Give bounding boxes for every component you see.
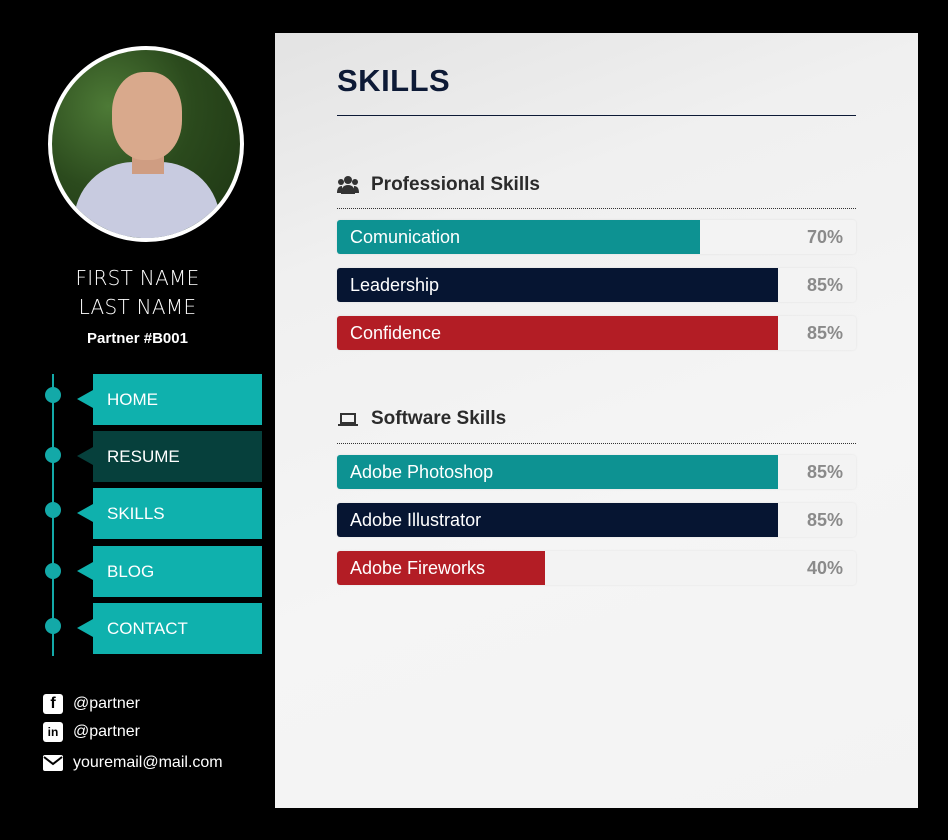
professional-skills-label: Professional Skills	[371, 174, 540, 195]
skill-bar: Adobe Fireworks 40%	[337, 551, 856, 585]
linkedin-icon: in	[43, 722, 63, 742]
linkedin-handle: @partner	[73, 723, 140, 740]
nav-item-resume[interactable]: RESUME	[77, 431, 262, 482]
software-skills-label: Software Skills	[371, 408, 507, 429]
skill-label: Adobe Photoshop	[350, 462, 494, 482]
skill-label: Comunication	[350, 227, 461, 247]
nav-item-contact[interactable]: CONTACT	[77, 603, 262, 654]
skill-bar: Adobe Photoshop 85%	[337, 455, 856, 489]
software-skills-heading: Software Skills	[337, 408, 506, 430]
skill-bar: Adobe Illustrator 85%	[337, 503, 856, 537]
facebook-handle: @partner	[73, 695, 140, 712]
skill-label: Adobe Illustrator	[350, 510, 482, 530]
social-email[interactable]: youremail@mail.com	[43, 753, 223, 773]
email-address: youremail@mail.com	[73, 754, 223, 771]
last-name: LAST NAME	[78, 295, 197, 319]
nav-item-blog[interactable]: BLOG	[77, 546, 262, 597]
users-icon	[337, 175, 359, 195]
avatar-head	[112, 72, 182, 160]
skill-percent: 85%	[806, 462, 843, 482]
page-title: SKILLS	[337, 63, 451, 98]
skill-label: Confidence	[350, 323, 442, 343]
nav-item-home[interactable]: HOME	[77, 374, 262, 425]
nav-dot-blog	[45, 563, 61, 579]
social-facebook[interactable]: f @partner	[43, 694, 140, 714]
envelope-icon	[43, 753, 63, 773]
professional-skills-heading: Professional Skills	[337, 174, 540, 196]
avatar	[48, 46, 244, 242]
first-name: FIRST NAME	[75, 266, 200, 290]
skill-bar: Confidence 85%	[337, 316, 856, 350]
title-divider	[337, 115, 856, 116]
skill-percent: 70%	[806, 227, 843, 247]
skill-label: Adobe Fireworks	[350, 558, 486, 578]
nav-dot-home	[45, 387, 61, 403]
social-linkedin[interactable]: in @partner	[43, 722, 140, 742]
partner-id: Partner #B001	[87, 330, 188, 347]
skill-percent: 85%	[806, 510, 843, 530]
software-divider	[337, 443, 856, 444]
nav-dot-skills	[45, 502, 61, 518]
skill-percent: 85%	[806, 275, 843, 295]
nav-item-skills[interactable]: SKILLS	[77, 488, 262, 539]
skill-percent: 85%	[806, 323, 843, 343]
nav-dot-contact	[45, 618, 61, 634]
skills-panel: SKILLS Professional Skills Comunication …	[275, 33, 918, 808]
avatar-shirt	[74, 162, 220, 238]
skill-bar: Comunication 70%	[337, 220, 856, 254]
facebook-icon: f	[43, 694, 63, 714]
skill-bar: Leadership 85%	[337, 268, 856, 302]
professional-divider	[337, 208, 856, 209]
skill-percent: 40%	[806, 558, 843, 578]
nav-dot-resume	[45, 447, 61, 463]
laptop-icon	[337, 409, 359, 429]
sidebar: FIRST NAME LAST NAME Partner #B001 HOME …	[0, 0, 275, 840]
skill-label: Leadership	[350, 275, 440, 295]
